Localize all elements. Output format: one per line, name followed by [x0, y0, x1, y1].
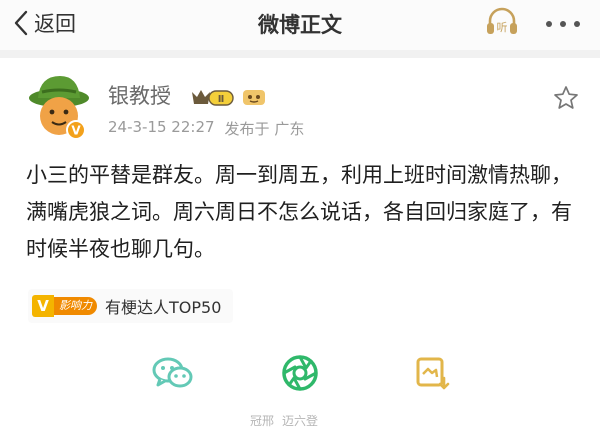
download-image-icon — [416, 357, 450, 390]
wechat-icon — [152, 357, 193, 388]
post-time: 24-3-15 22:27 — [108, 118, 215, 136]
listen-label: 听 — [497, 21, 508, 34]
share-moments-button[interactable] — [275, 348, 325, 398]
avatar[interactable]: V — [26, 72, 92, 142]
author-name[interactable]: 银教授 — [108, 80, 171, 110]
post-meta: 24-3-15 22:27 发布于 广东 — [108, 118, 304, 139]
level-badge-text: Ⅱ — [218, 94, 225, 105]
influence-tag[interactable]: V 影响力 有梗达人TOP50 — [28, 289, 234, 323]
more-options-button[interactable] — [545, 11, 581, 31]
section-divider — [0, 50, 600, 58]
influence-badge-text: 影响力 — [54, 297, 97, 315]
save-image-button[interactable] — [406, 348, 456, 398]
influence-badge: V 影响力 — [32, 295, 97, 317]
favorite-button[interactable] — [552, 84, 580, 112]
post-text: 小三的平替是群友。周一到周五，利用上班时间激情热聊，满嘴虎狼之词。周六周日不怎么… — [26, 163, 572, 261]
headphones-icon: 听 — [487, 7, 517, 34]
influence-badge-letter: V — [32, 295, 54, 317]
watermark-left: 冠邢 — [250, 414, 275, 428]
post-location: 发布于 广东 — [224, 120, 305, 138]
share-wechat-button[interactable] — [148, 348, 198, 398]
influence-tag-label: 有梗达人TOP50 — [105, 298, 222, 317]
watermark: 冠邢 迈六登 — [250, 412, 318, 429]
avatar-image-icon: V — [29, 76, 89, 140]
listen-button[interactable]: 听 — [484, 6, 520, 38]
sticker-badge-icon[interactable] — [241, 87, 267, 107]
watermark-right: 迈六登 — [282, 414, 319, 428]
top-nav-bar: 返回 微博正文 听 — [0, 0, 600, 50]
star-icon — [554, 86, 578, 109]
author-badges: Ⅱ — [189, 86, 267, 108]
share-action-bar — [0, 348, 600, 418]
verified-mark: V — [71, 124, 81, 138]
crown-level-badge-icon[interactable]: Ⅱ — [189, 86, 235, 108]
more-dots-icon — [546, 21, 580, 27]
moments-aperture-icon — [282, 355, 318, 391]
